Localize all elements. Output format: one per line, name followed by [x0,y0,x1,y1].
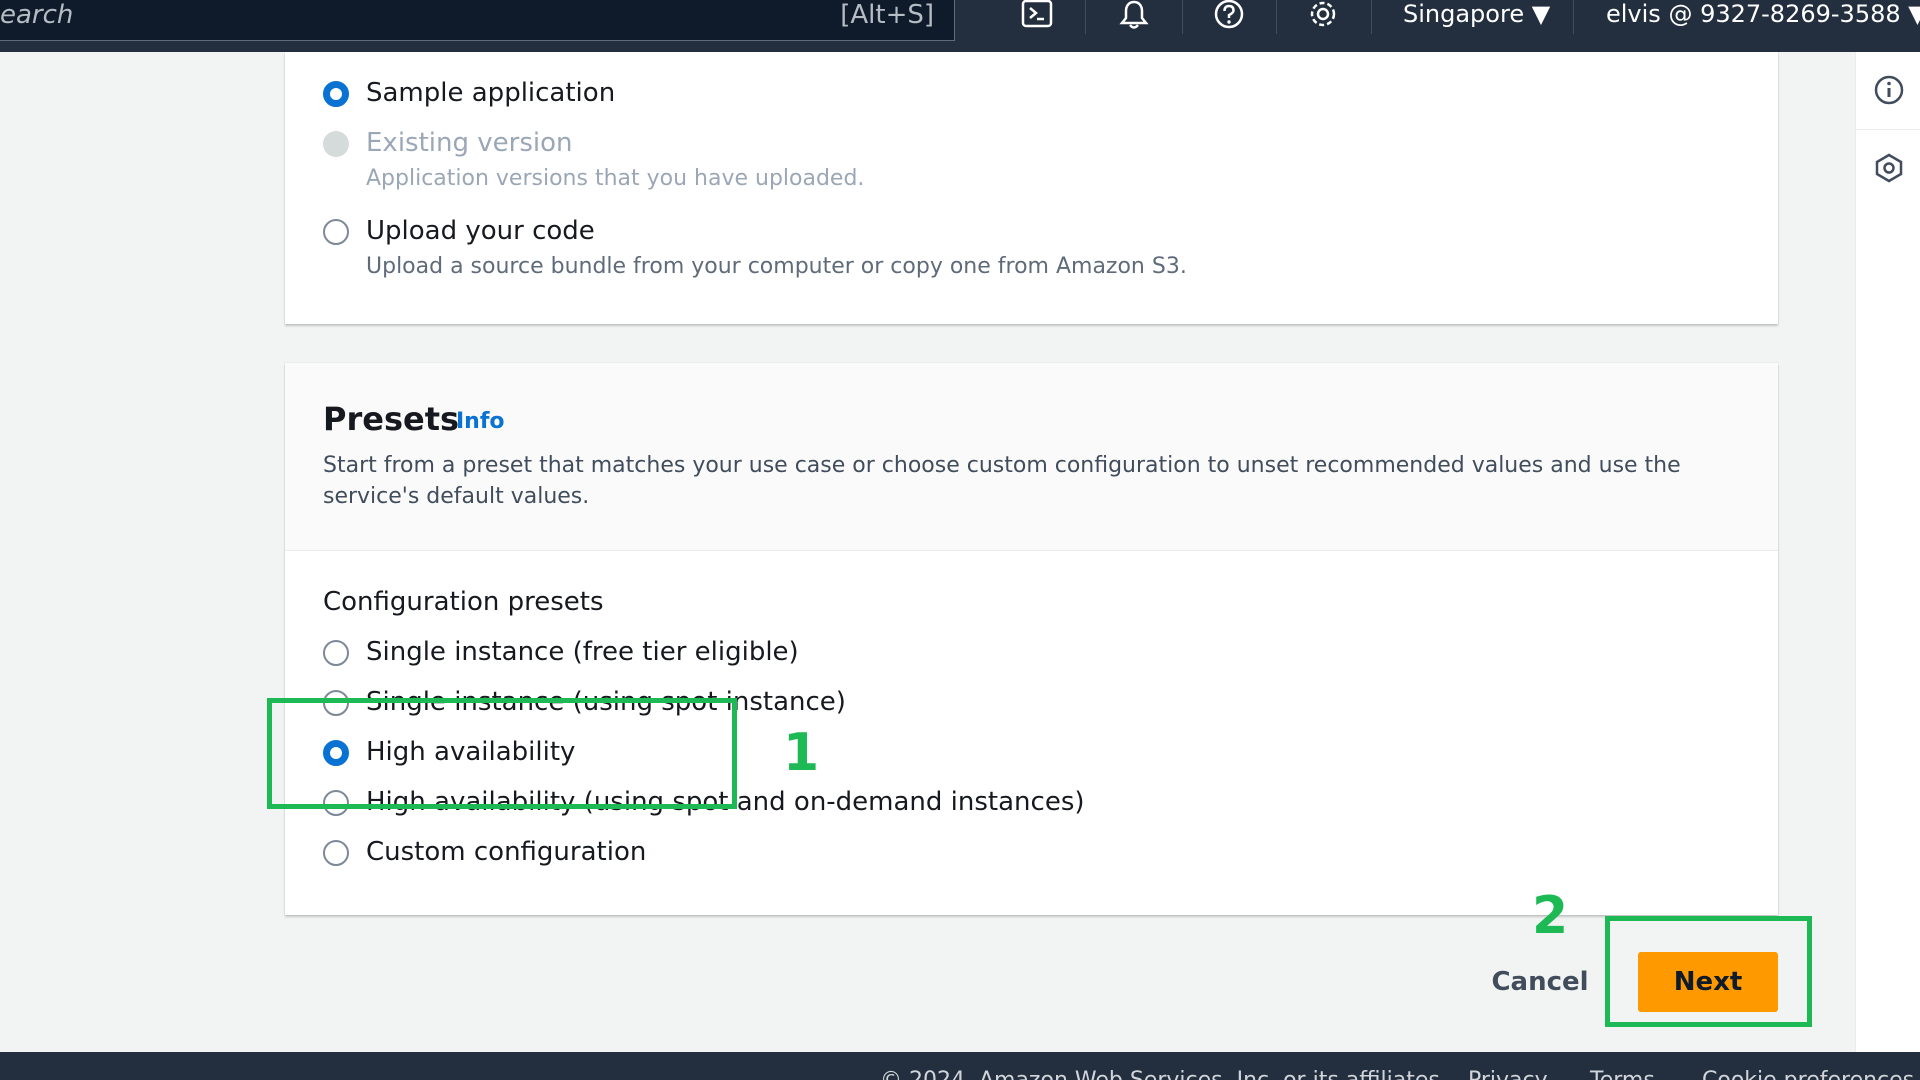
option-description: Upload a source bundle from your compute… [366,254,1187,279]
search-input[interactable]: earch [Alt+S] [0,0,955,41]
info-icon[interactable] [1873,74,1905,106]
region-selector[interactable]: Singapore ▼ [1403,0,1550,28]
footer-link-cookie-preferences[interactable]: Cookie preferences [1702,1068,1914,1080]
option-label: Upload your code [366,216,595,246]
option-description: Application versions that you have uploa… [366,166,865,191]
info-link[interactable]: Info [456,409,505,435]
bell-icon[interactable] [1114,0,1154,32]
search-placeholder: earch [0,0,74,30]
tools-rail [1855,52,1920,1052]
section-title: Presets [323,400,460,438]
feedback-hexagon-icon[interactable] [1873,152,1905,184]
presets-panel: Presets Info Start from a preset that ma… [285,363,1778,915]
step2-highlight-box [1605,916,1812,1027]
footer-link-terms[interactable]: Terms [1590,1068,1655,1080]
cloudshell-icon[interactable] [1017,0,1057,32]
copyright-text: © 2024, Amazon Web Services, Inc. or its… [880,1068,1447,1080]
cancel-button[interactable]: Cancel [1480,962,1600,1002]
presets-header: Presets Info Start from a preset that ma… [285,363,1778,551]
step1-number: 1 [783,723,820,783]
help-icon[interactable] [1209,0,1249,32]
radio-upload-your-code[interactable] [323,219,349,245]
radio-sample-application[interactable] [323,81,349,107]
radio-custom-configuration[interactable] [323,840,349,866]
account-menu[interactable]: elvis @ 9327-8269-3588 ▼ [1606,0,1920,28]
step1-highlight-box [267,698,737,809]
search-shortcut-hint: [Alt+S] [840,0,934,30]
radio-existing-version [323,131,349,157]
field-label: Configuration presets [323,587,604,617]
chevron-down-icon: ▼ [1908,0,1920,28]
section-description: Start from a preset that matches your us… [323,453,1681,509]
chevron-down-icon: ▼ [1531,0,1551,28]
settings-icon[interactable] [1303,0,1343,32]
top-navigation-bar: earch [Alt+S] Singapore ▼ elvis @ 9327-8… [0,0,1920,52]
footer: © 2024, Amazon Web Services, Inc. or its… [0,1052,1920,1080]
footer-link-privacy[interactable]: Privacy [1468,1068,1548,1080]
option-label: Custom configuration [366,837,647,867]
option-label: Single instance (free tier eligible) [366,637,799,667]
radio-single-instance[interactable] [323,640,349,666]
step2-number: 2 [1532,886,1569,946]
option-label: Sample application [366,78,616,108]
application-code-panel: Sample application Existing version Appl… [285,52,1778,324]
option-label: Existing version [366,128,573,158]
region-label: Singapore [1403,0,1525,28]
account-label: elvis @ 9327-8269-3588 [1606,0,1901,28]
